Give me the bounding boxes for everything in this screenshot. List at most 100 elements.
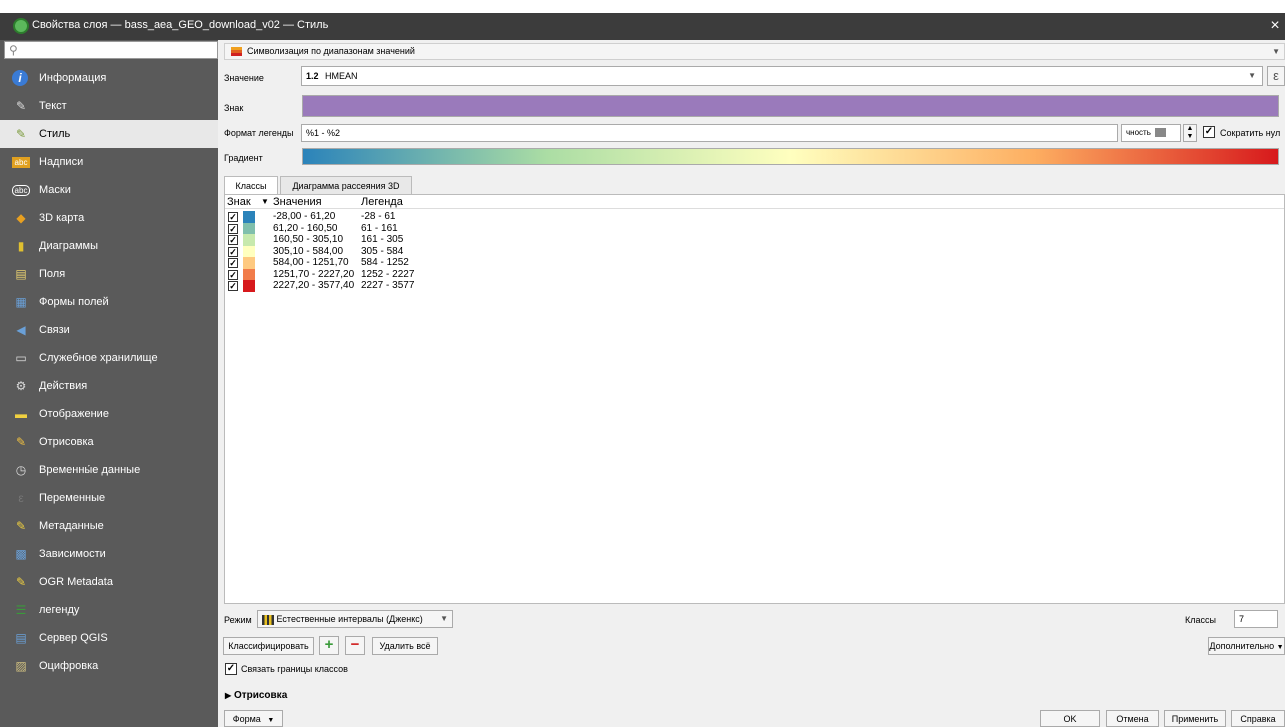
class-legend[interactable]: 305 - 584 [361, 246, 403, 257]
class-color-swatch[interactable] [243, 245, 255, 258]
class-legend[interactable]: 1252 - 2227 [361, 269, 414, 280]
legend-format-input[interactable]: %1 - %2 [301, 124, 1118, 142]
add-class-button[interactable]: + [319, 636, 339, 655]
class-color-swatch[interactable] [243, 222, 255, 235]
sidebar-item[interactable]: ▤ Поля [0, 260, 218, 288]
sidebar-item[interactable]: ✎ Отрисовка [0, 428, 218, 456]
sidebar-item[interactable]: ✎ Метаданные [0, 512, 218, 540]
help-button[interactable]: Справка [1231, 710, 1285, 727]
sidebar-item[interactable]: ▮ Диаграммы [0, 232, 218, 260]
class-checkbox[interactable]: ✓ [228, 223, 238, 234]
class-legend[interactable]: -28 - 61 [361, 211, 395, 222]
variables-icon: ε [18, 491, 24, 505]
classify-button[interactable]: Классифицировать [223, 637, 314, 655]
sidebar-item[interactable]: ◆ 3D карта [0, 204, 218, 232]
class-values[interactable]: 1251,70 - 2227,20 [273, 269, 354, 280]
sidebar-item[interactable]: ▭ Служебное хранилище [0, 344, 218, 372]
sidebar-item[interactable]: ✎ Стиль [0, 120, 218, 148]
table-row[interactable]: ✓ 61,20 - 160,50 61 - 161 [225, 222, 1284, 235]
trim-checkbox[interactable]: ✓ [1203, 126, 1215, 138]
link-boundaries-label: Связать границы классов [241, 664, 348, 674]
precision-label: чность [1126, 128, 1151, 137]
sidebar-item[interactable]: ⚙ Действия [0, 372, 218, 400]
class-color-swatch[interactable] [243, 280, 255, 292]
class-checkbox[interactable]: ✓ [228, 246, 238, 257]
class-legend[interactable]: 161 - 305 [361, 234, 403, 245]
table-row[interactable]: ✓ 2227,20 - 3577,40 2227 - 3577 [225, 280, 1284, 292]
sidebar-item[interactable]: ▤ Сервер QGIS [0, 624, 218, 652]
sidebar-item-label: Текст [39, 100, 67, 112]
class-checkbox[interactable]: ✓ [228, 258, 238, 268]
class-color-swatch[interactable] [243, 257, 255, 269]
masks-icon: abc [12, 185, 30, 196]
sidebar-item[interactable]: ▨ Оцифровка [0, 652, 218, 680]
ok-button[interactable]: OK [1040, 710, 1100, 727]
precision-spinbox[interactable]: чность [1121, 124, 1181, 142]
class-legend[interactable]: 584 - 1252 [361, 257, 409, 268]
class-values[interactable]: 305,10 - 584,00 [273, 246, 343, 257]
class-checkbox[interactable]: ✓ [228, 235, 238, 245]
precision-stepper[interactable]: ▲ ▼ [1183, 124, 1197, 142]
classes-count-input[interactable]: 7 [1234, 610, 1278, 628]
sidebar-item[interactable]: ε Переменные [0, 484, 218, 512]
close-icon[interactable]: × [1265, 15, 1285, 37]
class-legend[interactable]: 2227 - 3577 [361, 280, 414, 291]
search-input[interactable]: ⚲ [4, 41, 218, 59]
table-row[interactable]: ✓ -28,00 - 61,20 -28 - 61 [225, 211, 1284, 223]
link-boundaries-checkbox[interactable]: ✓ [225, 663, 237, 675]
remove-class-button[interactable]: − [345, 636, 365, 655]
table-row[interactable]: ✓ 584,00 - 1251,70 584 - 1252 [225, 257, 1284, 269]
header-legend[interactable]: Легенда [361, 196, 403, 208]
sidebar-item[interactable]: i Информация [0, 64, 218, 92]
rendering-section-toggle[interactable]: ▶ Отрисовка [225, 690, 287, 701]
class-values[interactable]: 61,20 - 160,50 [273, 223, 338, 234]
table-row[interactable]: ✓ 305,10 - 584,00 305 - 584 [225, 245, 1284, 258]
sidebar-item[interactable]: ▩ Зависимости [0, 540, 218, 568]
cancel-button[interactable]: Отмена [1106, 710, 1159, 727]
expression-button[interactable]: ε [1267, 66, 1285, 86]
mode-select[interactable]: Естественные интервалы (Дженкс) ▼ [257, 610, 453, 628]
style-menu-button[interactable]: Форма ▼ [224, 710, 283, 727]
sidebar-item[interactable]: ✎ OGR Metadata [0, 568, 218, 596]
table-row[interactable]: ✓ 1251,70 - 2227,20 1252 - 2227 [225, 268, 1284, 281]
advanced-button[interactable]: Дополнительно ▼ [1208, 637, 1285, 655]
sidebar-item[interactable]: ▬ Отображение [0, 400, 218, 428]
class-legend[interactable]: 61 - 161 [361, 223, 398, 234]
sidebar-item-label: Отображение [39, 408, 109, 420]
sidebar-item[interactable]: ▦ Формы полей [0, 288, 218, 316]
table-row[interactable]: ✓ 160,50 - 305,10 161 - 305 [225, 234, 1284, 246]
class-values[interactable]: 160,50 - 305,10 [273, 234, 343, 245]
sidebar-item-label: Временны́е данные [39, 464, 141, 476]
search-icon: ⚲ [9, 43, 18, 57]
header-symbol[interactable]: Знак [227, 196, 251, 208]
header-values[interactable]: Значения [273, 196, 322, 208]
sidebar-item-label: 3D карта [39, 212, 85, 224]
sidebar-item-label: Информация [39, 72, 107, 84]
tab-scatter-3d[interactable]: Диаграмма рассеяния 3D [280, 176, 412, 195]
class-checkbox[interactable]: ✓ [228, 212, 238, 222]
symbology-icon: ✎ [15, 127, 27, 141]
apply-button[interactable]: Применить [1164, 710, 1226, 727]
class-values[interactable]: 2227,20 - 3577,40 [273, 280, 354, 291]
sidebar-item[interactable]: ◷ Временны́е данные [0, 456, 218, 484]
classes-table[interactable]: Знак ▼ Значения Легенда ✓ -28,00 - 61,20 -… [224, 194, 1285, 604]
class-color-swatch[interactable] [243, 211, 255, 223]
sidebar-item[interactable]: ◀ Связи [0, 316, 218, 344]
symbol-button[interactable] [302, 95, 1279, 117]
sidebar-item[interactable]: ✎ Текст [0, 92, 218, 120]
sidebar-item[interactable]: abc Надписи [0, 148, 218, 176]
tab-classes[interactable]: Классы [224, 176, 278, 195]
class-checkbox[interactable]: ✓ [228, 281, 238, 291]
sidebar-item[interactable]: abc Маски [0, 176, 218, 204]
class-checkbox[interactable]: ✓ [228, 269, 238, 280]
class-values[interactable]: 584,00 - 1251,70 [273, 257, 349, 268]
class-values[interactable]: -28,00 - 61,20 [273, 211, 335, 222]
delete-all-button[interactable]: Удалить всё [372, 637, 438, 655]
sidebar-item[interactable]: ☰ легенду [0, 596, 218, 624]
class-color-swatch[interactable] [243, 268, 255, 281]
chevron-down-icon: ▼ [440, 614, 448, 623]
value-field-select[interactable]: 1.2 HMEAN ▼ [301, 66, 1263, 86]
class-color-swatch[interactable] [243, 234, 255, 246]
color-ramp-button[interactable] [302, 148, 1279, 165]
renderer-select[interactable]: Символизация по диапазонам значений ▼ [224, 43, 1285, 60]
